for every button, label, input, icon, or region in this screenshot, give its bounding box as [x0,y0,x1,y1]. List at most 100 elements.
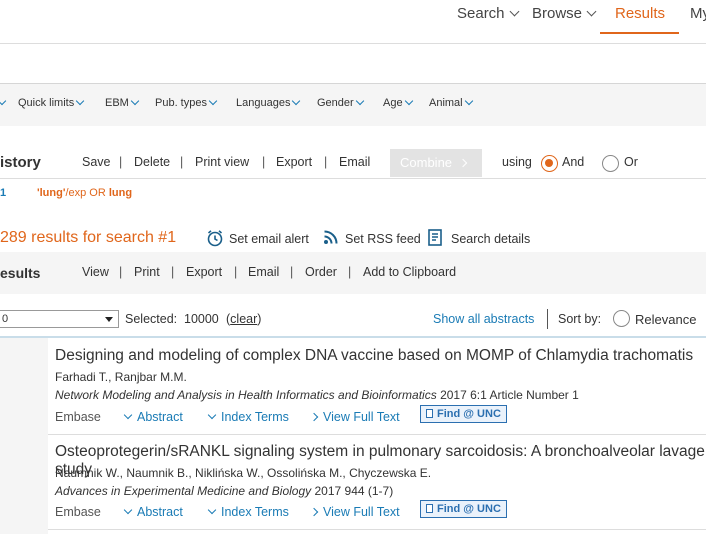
divider: | [290,265,294,279]
divider [0,178,706,179]
divider: | [348,265,352,279]
nav-search-label: Search [457,5,505,22]
combine-button[interactable]: Combine [390,149,482,177]
results-print-button[interactable]: Print [134,265,160,279]
limit-languages[interactable]: Languages [236,96,301,109]
history-export-button[interactable]: Export [276,155,312,169]
divider: | [234,265,238,279]
find-at-unc-button[interactable]: Find @ UNC [420,500,507,518]
alarm-clock-icon[interactable] [206,229,224,247]
nav-results[interactable]: Results [615,5,665,22]
set-rss-feed-link[interactable]: Set RSS feed [345,232,421,246]
limit-gender[interactable]: Gender [317,96,364,109]
find-label: Find @ UNC [437,408,501,420]
or-label: Or [624,155,638,169]
add-to-clipboard-button[interactable]: Add to Clipboard [363,265,456,279]
chevron-down-icon [509,6,519,17]
limit-ebm[interactable]: EBM [105,96,140,109]
view-full-text-link[interactable]: View Full Text [309,505,400,519]
record-source: Advances in Experimental Medicine and Bi… [55,484,393,498]
and-label: And [562,155,585,169]
or-radio[interactable] [602,155,619,172]
divider [48,529,706,530]
divider: | [180,155,184,169]
chevron-down-icon [75,96,85,106]
abstract-label: Abstract [137,410,183,424]
divider [0,336,706,338]
full-text-label: View Full Text [323,410,400,424]
history-print-view-button[interactable]: Print view [195,155,249,169]
record-authors: Naumnik W., Naumnik B., Niklińska W., Os… [55,466,432,480]
history-delete-button[interactable]: Delete [134,155,170,169]
record-database: Embase [55,410,101,424]
chevron-down-icon [123,505,133,515]
search-details-link[interactable]: Search details [451,232,530,246]
record-authors: Farhadi T., Ranjbar M.M. [55,370,187,384]
limit-age[interactable]: Age [383,96,413,109]
record-checkbox-column [0,338,48,534]
clear-link[interactable]: clear [230,312,257,326]
chevron-down-icon [355,96,364,106]
combine-label: Combine [400,155,453,170]
nav-search[interactable]: Search [457,5,519,22]
history-save-button[interactable]: Save [82,155,111,169]
divider: | [119,155,123,169]
chevron-down-icon [292,96,301,106]
results-email-button[interactable]: Email [248,265,279,279]
query-term: lung [108,187,133,199]
relevance-radio[interactable] [613,310,630,327]
search-field-area [0,44,706,84]
history-row-query[interactable]: 'lung'/exp OR lung [37,187,132,199]
results-count: 289 results for search #1 [0,229,177,246]
nav-browse[interactable]: Browse [532,5,597,22]
set-email-alert-link[interactable]: Set email alert [229,232,309,246]
chevron-down-icon [208,96,218,106]
chevron-down-icon [123,410,133,420]
view-full-text-link[interactable]: View Full Text [309,410,400,424]
find-label: Find @ UNC [437,503,501,515]
divider [547,309,548,329]
show-all-abstracts-link[interactable]: Show all abstracts [433,312,534,326]
search-history-title: istory [0,154,41,171]
history-row-number[interactable]: 1 [0,187,6,199]
caret-down-icon [105,317,113,322]
limit-pub-types[interactable]: Pub. types [155,96,218,109]
results-view-button[interactable]: View [82,265,109,279]
query-operator: /exp OR [65,187,109,199]
index-terms-toggle[interactable]: Index Terms [207,505,289,519]
find-at-unc-button[interactable]: Find @ UNC [420,405,507,423]
divider: | [324,155,328,169]
range-select[interactable]: 0 [0,310,119,328]
sort-by-label: Sort by: [558,312,602,326]
document-icon [426,504,433,513]
chevron-down-icon [207,505,217,515]
results-order-button[interactable]: Order [305,265,337,279]
record-journal: Advances in Experimental Medicine and Bi… [55,484,312,498]
clear-selection[interactable]: (clear) [226,312,261,326]
results-title: esults [0,265,41,281]
record-citation: 2017 6:1 Article Number 1 [436,388,579,402]
selected-label: Selected: [125,312,178,326]
limit-quick-limits[interactable]: Quick limits [18,96,85,109]
limit-animal[interactable]: Animal [429,96,473,109]
divider: | [262,155,266,169]
document-icon [426,409,433,418]
index-terms-toggle[interactable]: Index Terms [207,410,289,424]
abstract-toggle[interactable]: Abstract [123,505,183,519]
results-export-button[interactable]: Export [186,265,222,279]
limit-label: Age [383,97,403,109]
abstract-toggle[interactable]: Abstract [123,410,183,424]
nav-my[interactable]: My [690,5,706,22]
chevron-right-icon [309,412,319,422]
and-radio[interactable] [541,155,558,172]
limit-label: Gender [317,97,354,109]
rss-feed-icon[interactable] [323,229,339,245]
record-title-link[interactable]: Designing and modeling of complex DNA va… [55,347,693,365]
chevron-down-icon [130,96,140,106]
divider: | [171,265,175,279]
document-details-icon[interactable] [428,229,442,246]
chevron-right-icon [458,158,468,168]
history-email-button[interactable]: Email [339,155,370,169]
chevron-down-icon [464,96,473,106]
limit-prev-chevron[interactable] [0,96,7,109]
